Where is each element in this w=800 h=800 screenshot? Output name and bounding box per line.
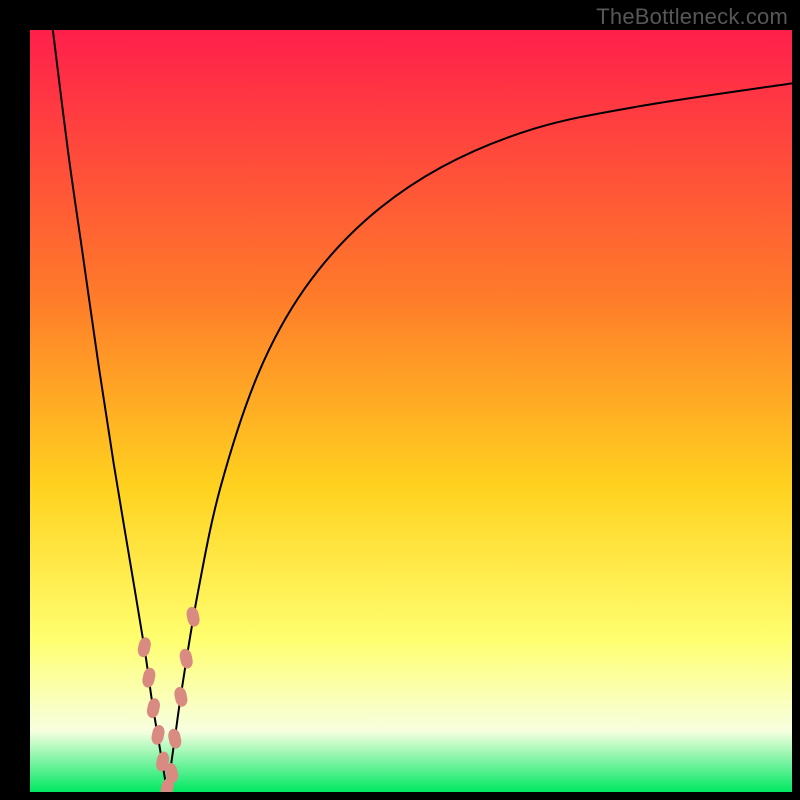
- plot-area: [30, 30, 792, 792]
- chart-frame: TheBottleneck.com: [0, 0, 800, 800]
- plot-svg: [30, 30, 792, 792]
- watermark-text: TheBottleneck.com: [596, 4, 788, 30]
